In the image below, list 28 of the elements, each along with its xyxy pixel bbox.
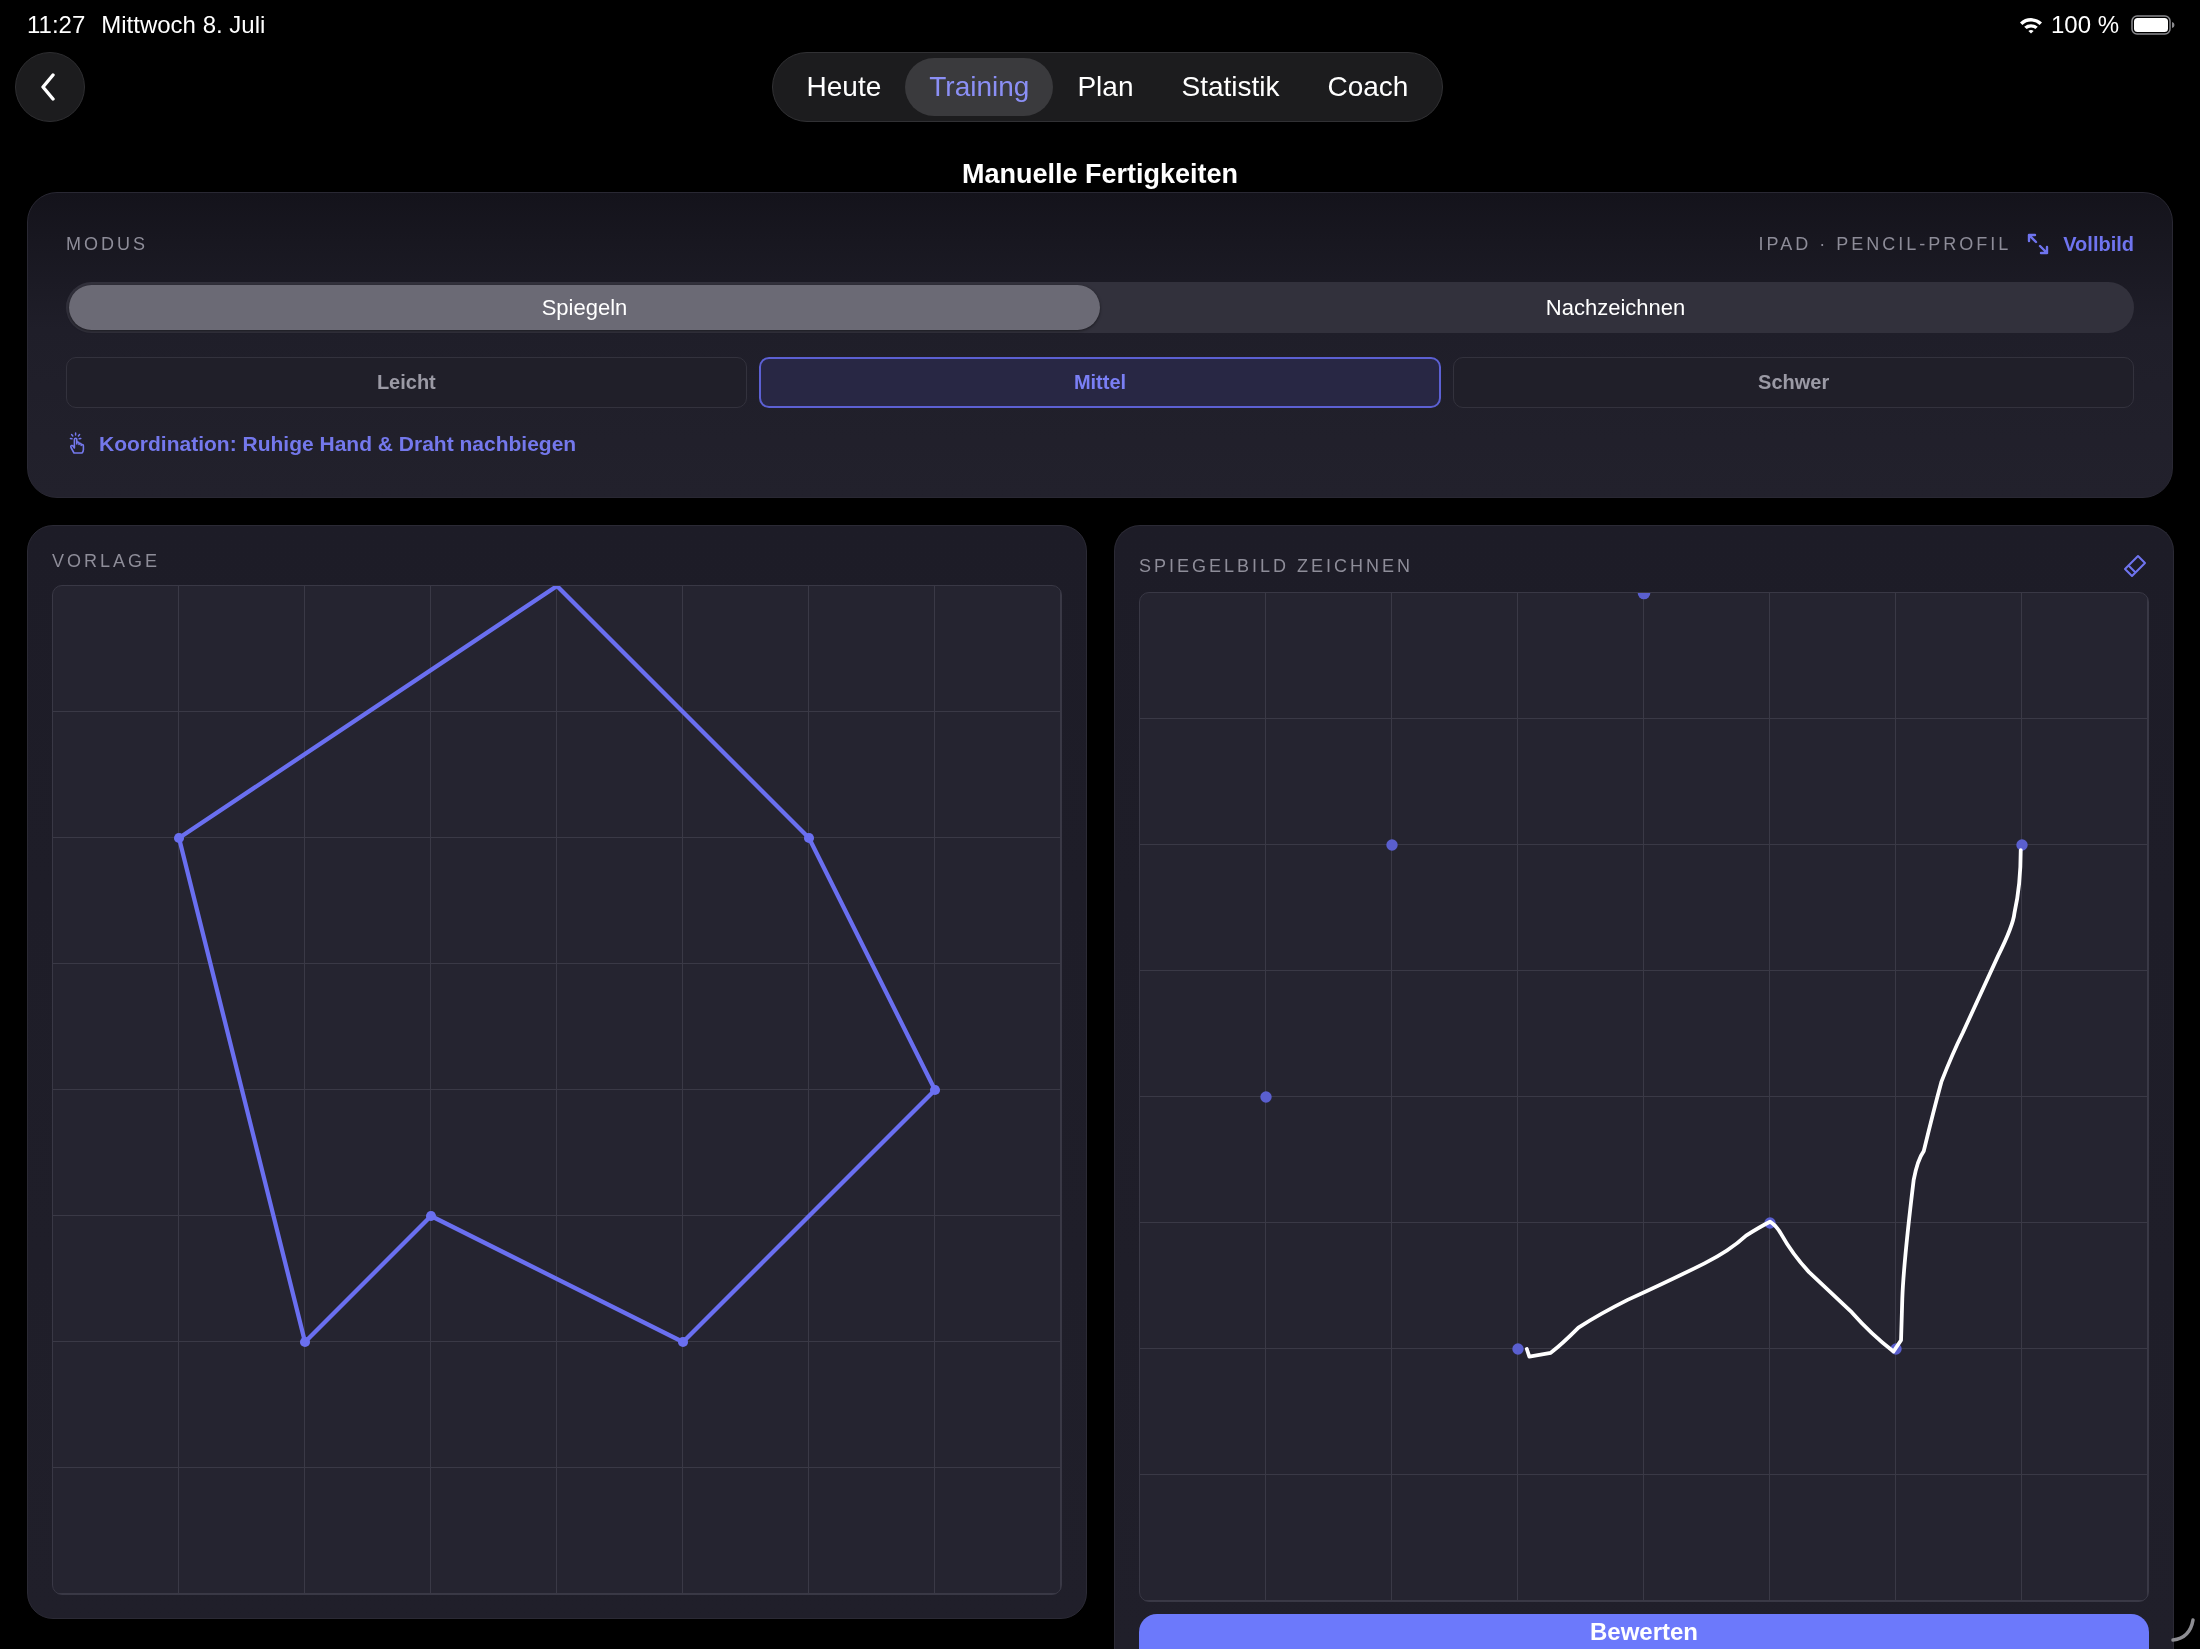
mode-segment[interactable]: Nachzeichnen xyxy=(1100,285,2131,330)
nav-tab[interactable]: Coach xyxy=(1303,58,1433,116)
panel-title: VORLAGE xyxy=(52,550,161,572)
section-label: MODUS xyxy=(66,233,148,255)
difficulty-button[interactable]: Schwer xyxy=(1453,357,2134,408)
battery-icon xyxy=(2131,15,2175,35)
nav-tab[interactable]: Training xyxy=(905,58,1054,116)
expand-icon xyxy=(2027,233,2050,255)
status-date: Mittwoch 8. Juli xyxy=(101,11,266,39)
eraser-icon[interactable] xyxy=(2123,553,2147,578)
difficulty-button[interactable]: Leicht xyxy=(66,357,747,408)
nav-tab[interactable]: Plan xyxy=(1053,58,1158,116)
mode-segment[interactable]: Spiegeln xyxy=(69,285,1100,330)
page-title: Manuelle Fertigkeiten xyxy=(960,158,1240,191)
device-profile-label: IPAD · PENCIL-PROFIL xyxy=(1758,233,2012,255)
panel-title: SPIEGELBILD ZEICHNEN xyxy=(1139,554,1414,577)
wifi-icon xyxy=(2018,16,2043,34)
chevron-left-icon xyxy=(40,73,56,101)
skill-hint: Koordination: Ruhige Hand & Draht nachbiegen xyxy=(99,432,577,456)
battery-percentage: 100 % xyxy=(2050,11,2119,39)
fullscreen-link[interactable]: Vollbild xyxy=(2027,232,2134,256)
status-time: 11:27 xyxy=(27,11,86,39)
resize-handle-icon[interactable] xyxy=(2170,1617,2196,1643)
submit-button[interactable]: Bewerten xyxy=(1139,1613,2149,1649)
difficulty-button[interactable]: Mittel xyxy=(758,357,1442,408)
nav-tab[interactable]: Statistik xyxy=(1157,58,1304,116)
nav-tab[interactable]: Heute xyxy=(782,58,906,116)
tap-hand-icon xyxy=(67,432,87,456)
